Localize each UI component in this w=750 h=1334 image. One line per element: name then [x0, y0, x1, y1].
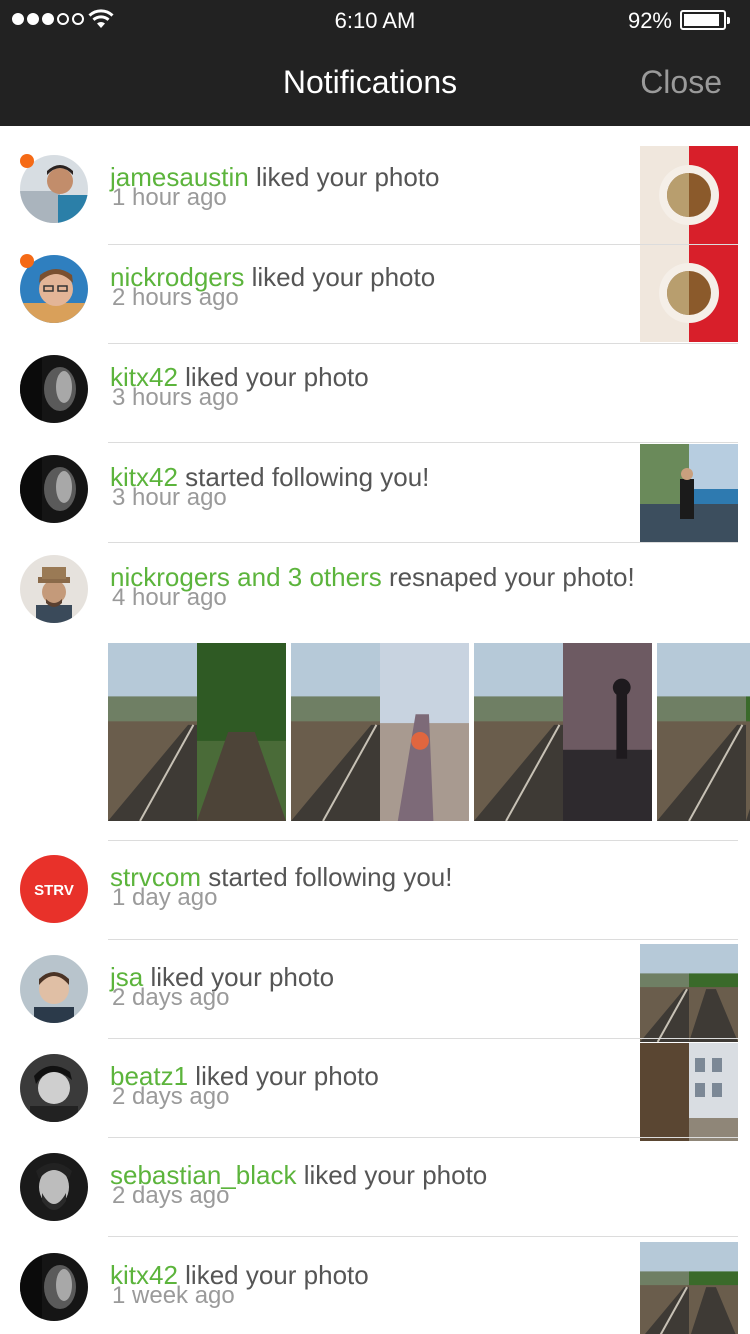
row-divider	[108, 1038, 738, 1039]
notification-row[interactable]: beatz1 liked your photo 2 days ago	[0, 1025, 750, 1141]
avatar-kitx42[interactable]	[20, 355, 88, 423]
battery-icon	[680, 10, 730, 30]
row-divider	[108, 542, 738, 543]
page-title: Notifications	[282, 64, 458, 100]
top-bar: 6:10 AM 92% Notifications Close	[0, 0, 750, 126]
battery-percentage: 92%	[627, 8, 672, 33]
avatar-jsa[interactable]	[20, 955, 88, 1023]
notification-row[interactable]: jsa liked your photo 2 days ago	[0, 926, 750, 1042]
notification-time: 1 day ago	[112, 884, 218, 911]
notification-time: 2 days ago	[112, 1182, 230, 1209]
notification-action: liked your photo	[244, 262, 436, 292]
notification-row[interactable]: nickrodgers liked your photo 2 hours ago	[0, 226, 750, 342]
notification-row[interactable]: jamesaustin liked your photo 1 hour ago	[0, 126, 750, 244]
notification-time: 3 hour ago	[112, 484, 227, 511]
row-divider	[108, 442, 738, 443]
tracks-forest-photo[interactable]	[108, 643, 286, 821]
notification-row[interactable]: nickrogers and 3 others resnaped your ph…	[0, 526, 750, 626]
notification-row[interactable]: sebastian_black liked your photo 2 days a…	[0, 1124, 750, 1224]
resnap-photo-strip[interactable]	[108, 643, 750, 821]
notification-time: 1 hour ago	[112, 184, 227, 211]
row-divider	[108, 1236, 738, 1237]
unread-dot	[20, 254, 34, 268]
notification-action: started following you!	[201, 862, 453, 892]
tracks-photo[interactable]	[640, 1242, 738, 1334]
row-divider	[108, 840, 738, 841]
notification-row[interactable]: kitx42 liked your photo 1 week ago	[0, 1224, 750, 1334]
tracks-city-photo[interactable]	[474, 643, 652, 821]
status-bar: 6:10 AM 92%	[0, 0, 750, 44]
row-divider	[108, 1137, 738, 1138]
notification-time: 4 hour ago	[112, 584, 227, 611]
notification-time: 2 days ago	[112, 1083, 230, 1110]
notification-row[interactable]: kitx42 started following you! 3 hour ago	[0, 426, 750, 542]
tracks-photo[interactable]	[657, 643, 750, 821]
notification-time: 1 week ago	[112, 1282, 235, 1309]
avatar-kitx42[interactable]	[20, 455, 88, 523]
unread-dot	[20, 154, 34, 168]
notification-action: liked your photo	[248, 162, 440, 192]
notification-row[interactable]: kitx42 liked your photo 3 hours ago	[0, 326, 750, 426]
notification-time: 2 days ago	[112, 984, 230, 1011]
avatar-strv[interactable]: STRV	[20, 855, 88, 923]
avatar-kitx42[interactable]	[20, 1253, 88, 1321]
strv-logo-text: STRV	[34, 882, 74, 899]
notification-time: 2 hours ago	[112, 284, 239, 311]
notification-row[interactable]: STRV strvcom started following you! 1 day …	[0, 826, 750, 926]
notification-time: 3 hours ago	[112, 384, 239, 411]
close-button[interactable]: Close	[640, 64, 722, 101]
notification-action: resnaped your photo!	[381, 562, 635, 592]
row-divider	[108, 343, 738, 344]
avatar-beatz1[interactable]	[20, 1054, 88, 1122]
notification-action: liked your photo	[296, 1160, 488, 1190]
row-divider	[108, 939, 738, 940]
tracks-beach-photo[interactable]	[291, 643, 469, 821]
row-divider	[108, 244, 738, 245]
avatar-nickrogers[interactable]	[20, 555, 88, 623]
avatar-sebastian[interactable]	[20, 1153, 88, 1221]
